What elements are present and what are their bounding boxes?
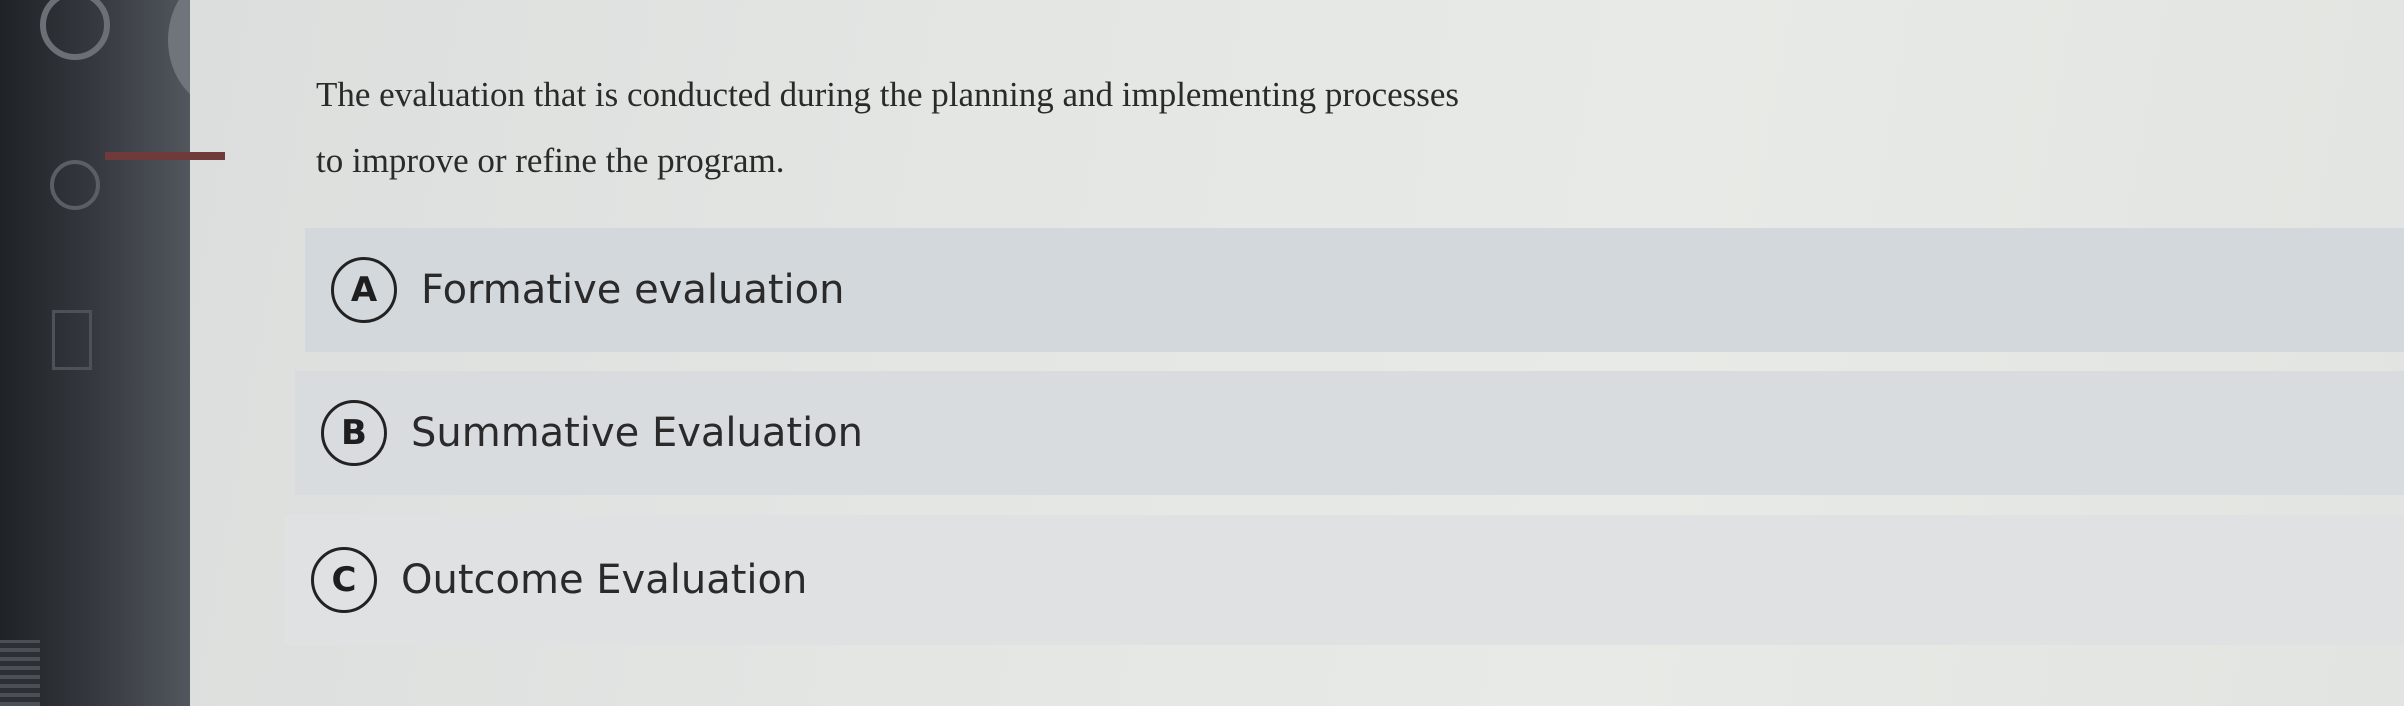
list-icon[interactable] [0, 640, 40, 706]
screen: The evaluation that is conducted during … [0, 0, 2404, 706]
option-letter-b: B [321, 400, 387, 466]
question-line-1: The evaluation that is conducted during … [316, 75, 1460, 114]
option-label-c: Outcome Evaluation [401, 557, 808, 603]
left-sidebar [0, 0, 288, 706]
calendar-icon[interactable] [52, 310, 92, 370]
answer-option-a[interactable]: A Formative evaluation [305, 228, 2404, 352]
option-letter-a: A [331, 257, 397, 323]
option-label-b: Summative Evaluation [411, 410, 864, 456]
question-line-2: to improve or refine the program. [316, 141, 785, 180]
question-text: The evaluation that is conducted during … [316, 62, 1736, 194]
answer-option-c[interactable]: C Outcome Evaluation [285, 515, 2404, 645]
globe-icon[interactable] [50, 160, 100, 210]
user-icon[interactable] [40, 0, 110, 60]
option-label-a: Formative evaluation [421, 267, 845, 313]
active-indicator [105, 152, 225, 160]
answer-option-b[interactable]: B Summative Evaluation [295, 371, 2404, 495]
option-letter-c: C [311, 547, 377, 613]
